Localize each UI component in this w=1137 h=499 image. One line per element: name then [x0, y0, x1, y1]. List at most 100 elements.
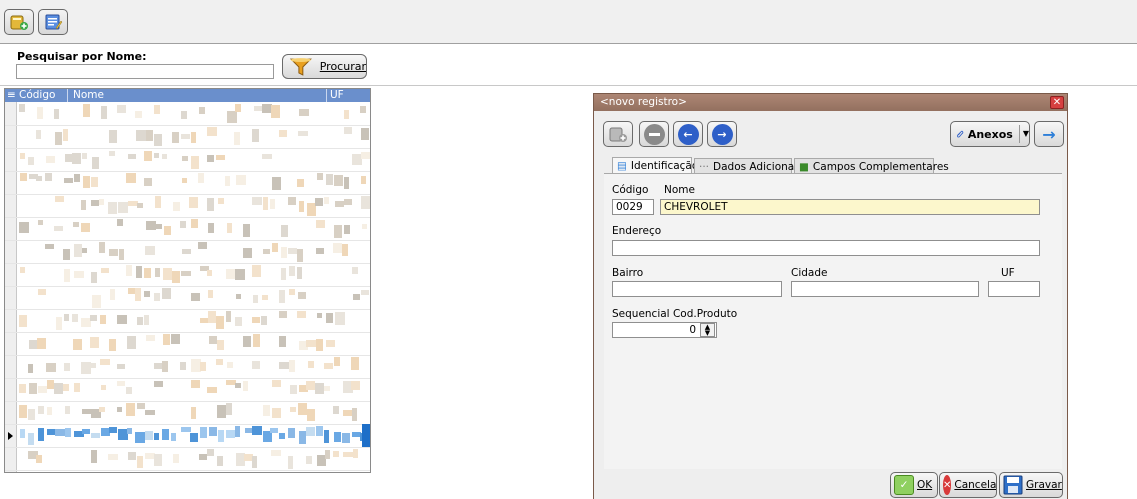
- obscured-cell-pixel: [74, 174, 80, 182]
- obscured-cell-pixel: [38, 386, 47, 393]
- row-divider: [5, 148, 370, 149]
- uf-field[interactable]: [988, 281, 1040, 297]
- column-header-nome[interactable]: Nome: [73, 89, 104, 101]
- obscured-cell-pixel: [126, 173, 136, 183]
- obscured-cell-pixel: [344, 225, 350, 234]
- obscured-cell-pixel: [316, 339, 323, 351]
- obscured-cell-pixel: [353, 449, 358, 458]
- search-button-label: Procurar: [319, 60, 366, 73]
- obscured-cell-pixel: [20, 173, 27, 181]
- obscured-cell-pixel: [182, 178, 187, 183]
- grid-body[interactable]: [18, 102, 370, 472]
- tab-campos-complementares[interactable]: ■ Campos Complementares: [794, 158, 949, 174]
- ok-label: OK: [917, 479, 933, 491]
- save-button[interactable]: Gravar: [999, 472, 1063, 498]
- chevron-down-icon[interactable]: ▼: [1018, 125, 1029, 143]
- next-record-button[interactable]: →: [707, 121, 737, 147]
- column-header-codigo[interactable]: Código: [19, 89, 55, 101]
- obscured-cell-pixel: [117, 219, 123, 226]
- endereco-field[interactable]: [612, 240, 1040, 256]
- obscured-cell-pixel: [81, 200, 86, 210]
- tab-dados-adicionais[interactable]: ··· Dados Adicionais: [694, 158, 803, 174]
- edit-record-button[interactable]: [38, 9, 68, 35]
- obscured-cell-pixel: [208, 290, 213, 298]
- obscured-cell-pixel: [252, 456, 257, 468]
- obscured-cell-pixel: [47, 380, 54, 389]
- obscured-cell-pixel: [226, 311, 231, 322]
- dialog-title: <novo registro>: [600, 96, 687, 108]
- obscured-cell-pixel: [19, 405, 27, 418]
- dots-icon: ···: [699, 160, 710, 173]
- obscured-cell-pixel: [279, 433, 285, 439]
- forward-button[interactable]: →: [1034, 121, 1064, 147]
- obscured-cell-pixel: [352, 408, 357, 421]
- obscured-cell-pixel: [154, 433, 159, 440]
- obscured-cell-pixel: [54, 226, 63, 231]
- attachments-button[interactable]: Anexos ▼: [950, 121, 1030, 147]
- obscured-cell-pixel: [37, 107, 43, 119]
- obscured-cell-pixel: [153, 224, 162, 229]
- codigo-field[interactable]: 0029: [612, 199, 654, 215]
- obscured-cell-pixel: [217, 456, 223, 466]
- cidade-label: Cidade: [791, 267, 828, 279]
- spinner-icon[interactable]: ▲ ▼: [700, 323, 715, 337]
- obscured-cell-pixel: [83, 104, 90, 117]
- obscured-cell-pixel: [109, 339, 116, 351]
- column-header-uf[interactable]: UF: [330, 89, 344, 101]
- add-record-button[interactable]: [603, 121, 633, 147]
- tab-identificacao[interactable]: ▤ Identificação: [612, 157, 698, 174]
- obscured-cell-pixel: [343, 452, 353, 457]
- obscured-cell-pixel: [281, 225, 288, 237]
- tab-panel-identificacao: Código Nome 0029 CHEVROLET Endereço Bair…: [604, 173, 1062, 469]
- obscured-cell-pixel: [145, 410, 155, 415]
- cidade-field[interactable]: [791, 281, 979, 297]
- close-button[interactable]: ✕: [1050, 96, 1064, 109]
- obscured-cell-pixel: [63, 249, 70, 260]
- cancel-label: Cancelar: [954, 479, 997, 491]
- row-divider: [5, 332, 370, 333]
- bairro-field[interactable]: [612, 281, 782, 297]
- obscured-cell-pixel: [343, 410, 352, 416]
- bairro-label: Bairro: [612, 267, 644, 279]
- obscured-cell-pixel: [207, 127, 217, 136]
- obscured-cell-pixel: [99, 199, 104, 205]
- obscured-cell-pixel: [64, 314, 69, 321]
- obscured-cell-pixel: [218, 198, 224, 204]
- cancel-button[interactable]: ✕ Cancelar: [939, 472, 997, 498]
- ok-button[interactable]: ✓ OK: [890, 472, 938, 498]
- obscured-cell-pixel: [361, 196, 370, 209]
- obscured-cell-pixel: [154, 381, 163, 387]
- check-icon: ✓: [894, 475, 914, 495]
- obscured-cell-pixel: [315, 198, 323, 206]
- remove-record-button[interactable]: [639, 121, 669, 147]
- record-dialog: <novo registro> ✕ ← → Anexos ▼ → ▤ Ident…: [593, 93, 1068, 499]
- obscured-cell-pixel: [65, 406, 70, 414]
- sequencial-label: Sequencial Cod.Produto: [612, 308, 738, 320]
- row-divider: [5, 286, 370, 287]
- obscured-cell-pixel: [28, 433, 34, 445]
- obscured-cell-pixel: [263, 197, 268, 210]
- search-input[interactable]: [16, 64, 274, 79]
- obscured-cell-pixel: [91, 272, 97, 283]
- obscured-cell-pixel: [324, 197, 329, 204]
- obscured-cell-pixel: [209, 427, 217, 436]
- obscured-cell-pixel: [226, 403, 232, 415]
- new-record-button[interactable]: [4, 9, 34, 35]
- search-button[interactable]: Procurar: [282, 54, 367, 79]
- previous-record-button[interactable]: ←: [673, 121, 703, 147]
- obscured-cell-pixel: [324, 430, 329, 443]
- nome-field[interactable]: CHEVROLET: [660, 199, 1040, 215]
- grid-menu-icon[interactable]: ≡: [7, 89, 16, 101]
- obscured-cell-pixel: [199, 107, 205, 114]
- obscured-cell-pixel: [235, 317, 242, 326]
- obscured-cell-pixel: [36, 176, 42, 181]
- obscured-cell-pixel: [272, 380, 281, 387]
- obscured-cell-pixel: [127, 336, 136, 349]
- obscured-cell-pixel: [81, 223, 90, 232]
- obscured-cell-pixel: [19, 384, 26, 393]
- obscured-cell-pixel: [73, 339, 82, 350]
- obscured-cell-pixel: [288, 248, 297, 254]
- records-grid[interactable]: ≡ Código Nome UF: [4, 88, 371, 473]
- obscured-cell-pixel: [155, 268, 160, 277]
- obscured-cell-pixel: [92, 157, 99, 169]
